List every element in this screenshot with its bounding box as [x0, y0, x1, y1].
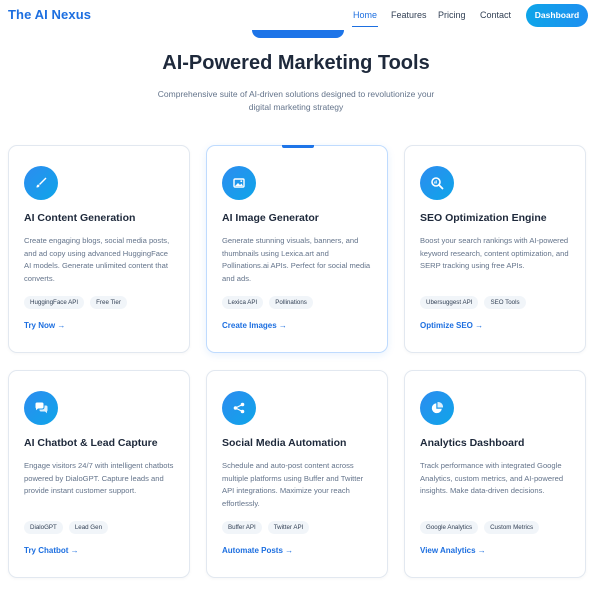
tag: Ubersuggest API [420, 296, 479, 309]
card-title: SEO Optimization Engine [420, 212, 547, 224]
dashboard-button[interactable]: Dashboard [526, 4, 588, 27]
brush-icon [24, 166, 58, 200]
tag: Free Tier [90, 296, 127, 309]
nav-link-contact[interactable]: Contact [480, 10, 511, 20]
tag: DialoGPT [24, 521, 63, 534]
pie-chart-icon [420, 391, 454, 425]
feature-card-image-generator[interactable]: AI Image Generator Generate stunning vis… [206, 145, 388, 353]
feature-card-social-automation[interactable]: Social Media Automation Schedule and aut… [206, 370, 388, 578]
tag-list: Google Analytics Custom Metrics [420, 521, 540, 534]
feature-card-seo-engine[interactable]: SEO Optimization Engine Boost your searc… [404, 145, 586, 353]
card-title: Analytics Dashboard [420, 437, 525, 449]
nav-link-features[interactable]: Features [391, 10, 427, 20]
tag-list: Lexica API Pollinations [222, 296, 313, 309]
card-highlight-bar [282, 145, 314, 148]
nav-link-pricing[interactable]: Pricing [438, 10, 466, 20]
feature-card-content-generation[interactable]: AI Content Generation Create engaging bl… [8, 145, 190, 353]
search-chart-icon [420, 166, 454, 200]
card-description: Schedule and auto-post content across mu… [222, 461, 364, 508]
card-description: Generate stunning visuals, banners, and … [222, 236, 371, 283]
nav-link-home[interactable]: Home [353, 10, 377, 20]
tag: Buffer API [222, 521, 262, 534]
tag: Google Analytics [420, 521, 479, 534]
tag: SEO Tools [484, 296, 526, 309]
card-title: AI Image Generator [222, 212, 319, 224]
automate-posts-link[interactable]: Automate Posts → [222, 546, 293, 555]
brand-logo[interactable]: The AI Nexus [8, 7, 91, 22]
try-chatbot-link[interactable]: Try Chatbot → [24, 546, 79, 555]
tag-list: HuggingFace API Free Tier [24, 296, 127, 309]
tag-list: Ubersuggest API SEO Tools [420, 296, 526, 309]
active-nav-underline [352, 26, 378, 27]
page-title: AI-Powered Marketing Tools [162, 52, 430, 74]
card-description: Create engaging blogs, social media post… [24, 236, 170, 283]
optimize-seo-link[interactable]: Optimize SEO → [420, 321, 483, 330]
create-images-link[interactable]: Create Images → [222, 321, 287, 330]
chat-bubbles-icon [24, 391, 58, 425]
feature-card-chatbot[interactable]: AI Chatbot & Lead Capture Engage visitor… [8, 370, 190, 578]
card-title: Social Media Automation [222, 437, 347, 449]
tag-list: DialoGPT Lead Gen [24, 521, 109, 534]
card-title: AI Content Generation [24, 212, 136, 224]
feature-card-analytics[interactable]: Analytics Dashboard Track performance wi… [404, 370, 586, 578]
tag-list: Buffer API Twitter API [222, 521, 310, 534]
image-icon [222, 166, 256, 200]
tag: Pollinations [269, 296, 313, 309]
card-description: Engage visitors 24/7 with intelligent ch… [24, 461, 174, 496]
view-analytics-link[interactable]: View Analytics → [420, 546, 486, 555]
try-now-link[interactable]: Try Now → [24, 321, 65, 330]
tag: Custom Metrics [484, 521, 540, 534]
tag: HuggingFace API [24, 296, 85, 309]
page-subtitle: Comprehensive suite of AI-driven solutio… [157, 89, 435, 112]
share-icon [222, 391, 256, 425]
tag: Lexica API [222, 296, 264, 309]
top-navbar: The AI Nexus Home Features Pricing Conta… [0, 0, 592, 32]
card-description: Boost your search rankings with AI-power… [420, 236, 569, 271]
tag: Lead Gen [68, 521, 109, 534]
card-description: Track performance with integrated Google… [420, 461, 564, 496]
tag: Twitter API [267, 521, 310, 534]
hero-top-pill [252, 30, 344, 38]
card-title: AI Chatbot & Lead Capture [24, 437, 158, 449]
